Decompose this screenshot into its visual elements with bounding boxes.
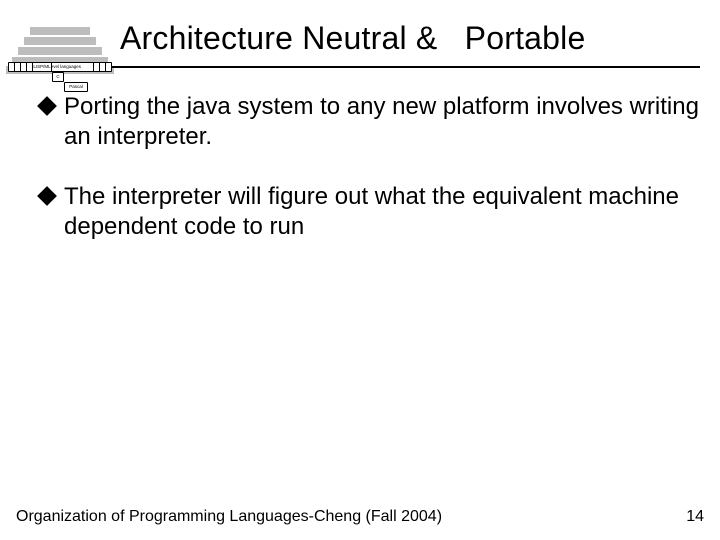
- page-number: 14: [686, 508, 704, 526]
- footer-course: Organization of Programming Languages-Ch…: [16, 508, 442, 526]
- pyramid-icon: HARDWARE MACHINE CODE Assembly Language …: [4, 12, 116, 74]
- list-item: Porting the java system to any new platf…: [40, 92, 700, 152]
- title-underline: [30, 66, 700, 68]
- bullet-text: Porting the java system to any new platf…: [64, 92, 700, 152]
- pyr-top-mid: C: [52, 72, 64, 82]
- bullet-diamond-icon: [37, 96, 57, 116]
- bullet-text: The interpreter will figure out what the…: [64, 182, 700, 242]
- title-row: HARDWARE MACHINE CODE Assembly Language …: [0, 10, 720, 72]
- pyr-top-right: Pascal: [64, 82, 88, 92]
- bullet-diamond-icon: [37, 186, 57, 206]
- slide: HARDWARE MACHINE CODE Assembly Language …: [0, 0, 720, 540]
- pyr-top-left: LISP/ML: [32, 62, 52, 72]
- list-item: The interpreter will figure out what the…: [40, 182, 700, 242]
- bullet-list: Porting the java system to any new platf…: [40, 92, 700, 272]
- slide-title: Architecture Neutral & Portable: [120, 20, 585, 57]
